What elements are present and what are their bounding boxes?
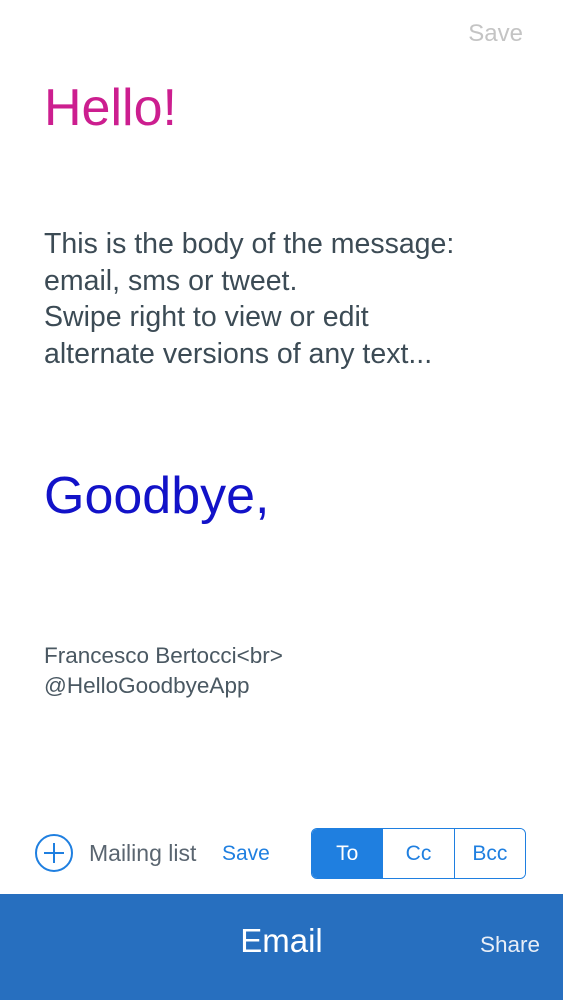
signature-line: @HelloGoodbyeApp — [44, 673, 250, 698]
mailing-list-save-button[interactable]: Save — [222, 842, 270, 866]
message-body[interactable]: This is the body of the message: email, … — [44, 226, 534, 372]
share-button[interactable]: Share — [480, 932, 540, 958]
send-email-button[interactable]: Email — [0, 922, 563, 960]
closing-text[interactable]: Goodbye, — [44, 466, 270, 526]
segment-to[interactable]: To — [312, 829, 383, 878]
mailing-list-label[interactable]: Mailing list — [89, 840, 196, 867]
body-line: email, sms or tweet. — [44, 264, 298, 297]
top-save-button[interactable]: Save — [468, 20, 523, 48]
greeting-text[interactable]: Hello! — [44, 78, 177, 138]
body-line: This is the body of the message: — [44, 228, 455, 260]
recipient-type-segmented-control: To Cc Bcc — [311, 828, 526, 879]
signature-block[interactable]: Francesco Bertocci<br> @HelloGoodbyeApp — [44, 641, 283, 701]
recipient-bar: Mailing list Save To Cc Bcc — [0, 828, 563, 880]
signature-line: Francesco Bertocci<br> — [44, 643, 283, 668]
compose-screen: Save Hello! This is the body of the mess… — [0, 0, 563, 1000]
body-line: alternate versions of any text... — [44, 337, 433, 370]
segment-cc[interactable]: Cc — [382, 829, 454, 878]
bottom-action-bar: Email Share — [0, 894, 563, 1000]
plus-circle-icon[interactable] — [35, 834, 73, 872]
segment-bcc[interactable]: Bcc — [453, 829, 525, 878]
body-line: Swipe right to view or edit — [44, 301, 369, 333]
